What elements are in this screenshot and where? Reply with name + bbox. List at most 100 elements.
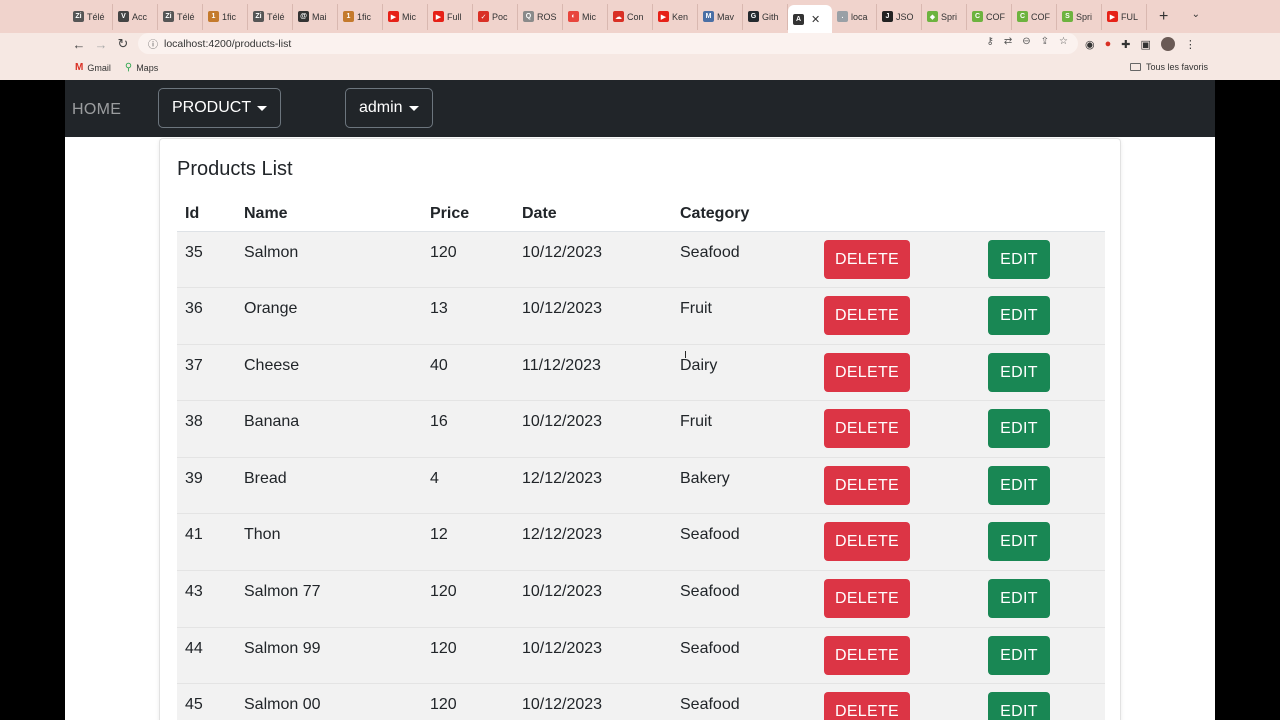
browser-tab[interactable]: Zi Télé xyxy=(248,3,293,30)
tab-search-chevron-icon[interactable]: ⌄ xyxy=(1192,9,1200,20)
back-icon[interactable]: ← xyxy=(68,37,90,52)
tab-title: COF xyxy=(1031,11,1050,22)
site-info-icon[interactable]: ⓘ xyxy=(148,36,158,51)
edit-button[interactable]: EDIT xyxy=(988,352,1050,392)
table-row: 36 Orange 13 10/12/2023 Fruit DELETE EDIT xyxy=(177,287,1105,345)
reload-icon[interactable]: ↻ xyxy=(112,36,134,52)
delete-button[interactable]: DELETE xyxy=(824,692,910,720)
kebab-menu-icon[interactable]: ⋮ xyxy=(1185,38,1196,51)
cell-delete: DELETE xyxy=(816,457,980,515)
tab-close-icon[interactable]: ✕ xyxy=(811,13,820,26)
forward-icon[interactable]: → xyxy=(90,37,112,52)
address-bar[interactable]: ⓘ localhost:4200/products-list ⚷ ⇄ ⊖ ⇪ ☆ xyxy=(138,33,1078,54)
cell-id: 45 xyxy=(177,683,236,720)
cell-category: Bakery xyxy=(672,457,816,515)
browser-tab[interactable]: ▶ Mic xyxy=(383,3,428,30)
browser-tab[interactable]: Zi Télé xyxy=(68,3,113,30)
browser-tab[interactable]: M Mav xyxy=(698,3,743,30)
zoom-icon[interactable]: ⊖ xyxy=(1022,36,1030,47)
cell-name: Salmon 77 xyxy=(236,570,422,628)
edit-button[interactable]: EDIT xyxy=(988,579,1050,619)
new-tab-icon[interactable]: + xyxy=(1159,8,1168,26)
browser-tab[interactable]: C COF xyxy=(967,3,1012,30)
product-dropdown[interactable]: PRODUCT xyxy=(158,88,282,128)
browser-tab[interactable]: @ Mai xyxy=(293,3,338,30)
cell-price: 4 xyxy=(422,457,514,515)
tab-favicon-icon: G xyxy=(748,11,759,22)
edit-button[interactable]: EDIT xyxy=(988,635,1050,675)
share-icon[interactable]: ⇪ xyxy=(1041,36,1049,47)
all-bookmarks[interactable]: Tous les favoris xyxy=(1129,62,1208,72)
key-icon[interactable]: ⚷ xyxy=(987,36,994,47)
opera-icon[interactable]: ● xyxy=(1105,38,1112,50)
tab-favicon-icon: ▶ xyxy=(388,11,399,22)
bookmark-star-icon[interactable]: ☆ xyxy=(1059,36,1068,47)
browser-tab[interactable]: 1 1fic xyxy=(203,3,248,30)
delete-button[interactable]: DELETE xyxy=(824,635,910,675)
browser-tab[interactable]: J JSO xyxy=(877,3,922,30)
browser-tab[interactable]: Q ROS xyxy=(518,3,563,30)
puzzle-icon[interactable]: ✚ xyxy=(1121,38,1130,51)
delete-button[interactable]: DELETE xyxy=(824,409,910,449)
delete-button[interactable]: DELETE xyxy=(824,522,910,562)
browser-tab[interactable]: ▶ Ken xyxy=(653,3,698,30)
table-header-row: Id Name Price Date Category xyxy=(177,194,1105,232)
browser-tab[interactable]: ▶ Full xyxy=(428,3,473,30)
bookmark-maps[interactable]: ⚲ Maps xyxy=(125,62,158,73)
nav-home-link[interactable]: HOME xyxy=(72,101,121,119)
browser-tab[interactable]: ▶ FUL xyxy=(1102,3,1147,30)
user-dropdown[interactable]: admin xyxy=(345,88,433,128)
delete-button[interactable]: DELETE xyxy=(824,579,910,619)
tab-favicon-icon: S xyxy=(1062,11,1073,22)
cell-name: Bread xyxy=(236,457,422,515)
table-row: 45 Salmon 00 120 10/12/2023 Seafood DELETE EDI… xyxy=(177,683,1105,720)
browser-tab[interactable]: A ✕ xyxy=(788,5,832,33)
tab-favicon-icon: ▶ xyxy=(433,11,444,22)
table-row: 38 Banana 16 10/12/2023 Fruit DELETE EDIT xyxy=(177,400,1105,458)
delete-button[interactable]: DELETE xyxy=(824,296,910,336)
browser-tab[interactable]: S Spri xyxy=(1057,3,1102,30)
tab-favicon-icon: A xyxy=(793,13,804,25)
cell-name: Cheese xyxy=(236,344,422,402)
extension-icon[interactable]: ◉ xyxy=(1085,38,1095,51)
delete-button[interactable]: DELETE xyxy=(824,352,910,392)
cell-edit: EDIT xyxy=(980,344,1105,402)
tab-title: 1fic xyxy=(222,11,237,22)
folder-icon xyxy=(1129,63,1141,71)
tab-favicon-icon: ☁ xyxy=(613,11,624,22)
tab-favicon-icon: V xyxy=(118,11,129,22)
profile-avatar[interactable] xyxy=(1160,37,1175,51)
browser-tab[interactable]: 1 1fic xyxy=(338,3,383,30)
browser-tab[interactable]: ◐ Mic xyxy=(563,3,608,30)
browser-tab[interactable]: ☁ Con xyxy=(608,3,653,30)
browser-tab[interactable]: ◆ Spri xyxy=(922,3,967,30)
browser-tab[interactable]: C COF xyxy=(1012,3,1057,30)
cell-edit: EDIT xyxy=(980,570,1105,628)
cell-price: 12 xyxy=(422,513,514,572)
delete-button[interactable]: DELETE xyxy=(824,465,910,505)
table-row: 37 Cheese 40 11/12/2023 Dairy DELETE EDIT xyxy=(177,344,1105,402)
user-dropdown-label: admin xyxy=(359,99,403,116)
browser-tab[interactable]: Zi Télé xyxy=(158,3,203,30)
edit-button[interactable]: EDIT xyxy=(988,522,1050,562)
cell-id: 43 xyxy=(177,570,236,628)
cell-date: 10/12/2023 xyxy=(514,400,672,458)
edit-button[interactable]: EDIT xyxy=(988,465,1050,505)
cell-price: 40 xyxy=(422,344,514,402)
browser-tab[interactable]: V Acc xyxy=(113,3,158,30)
bookmark-gmail[interactable]: M Gmail xyxy=(75,62,111,73)
side-panel-icon[interactable]: ▣ xyxy=(1140,38,1150,51)
edit-button[interactable]: EDIT xyxy=(988,296,1050,336)
delete-button[interactable]: DELETE xyxy=(824,239,910,279)
cell-name: Salmon 99 xyxy=(236,627,422,685)
browser-tab[interactable]: . loca xyxy=(832,3,877,30)
browser-tab[interactable]: ✓ Poc xyxy=(473,3,518,30)
app-navbar: HOME PRODUCT admin xyxy=(65,80,1215,137)
edit-button[interactable]: EDIT xyxy=(988,692,1050,720)
table-row: 39 Bread 4 12/12/2023 Bakery DELETE EDIT xyxy=(177,457,1105,515)
edit-button[interactable]: EDIT xyxy=(988,409,1050,449)
cell-price: 120 xyxy=(422,570,514,628)
edit-button[interactable]: EDIT xyxy=(988,239,1050,279)
translate-icon[interactable]: ⇄ xyxy=(1004,36,1012,47)
browser-tab[interactable]: G Gith xyxy=(743,3,788,30)
